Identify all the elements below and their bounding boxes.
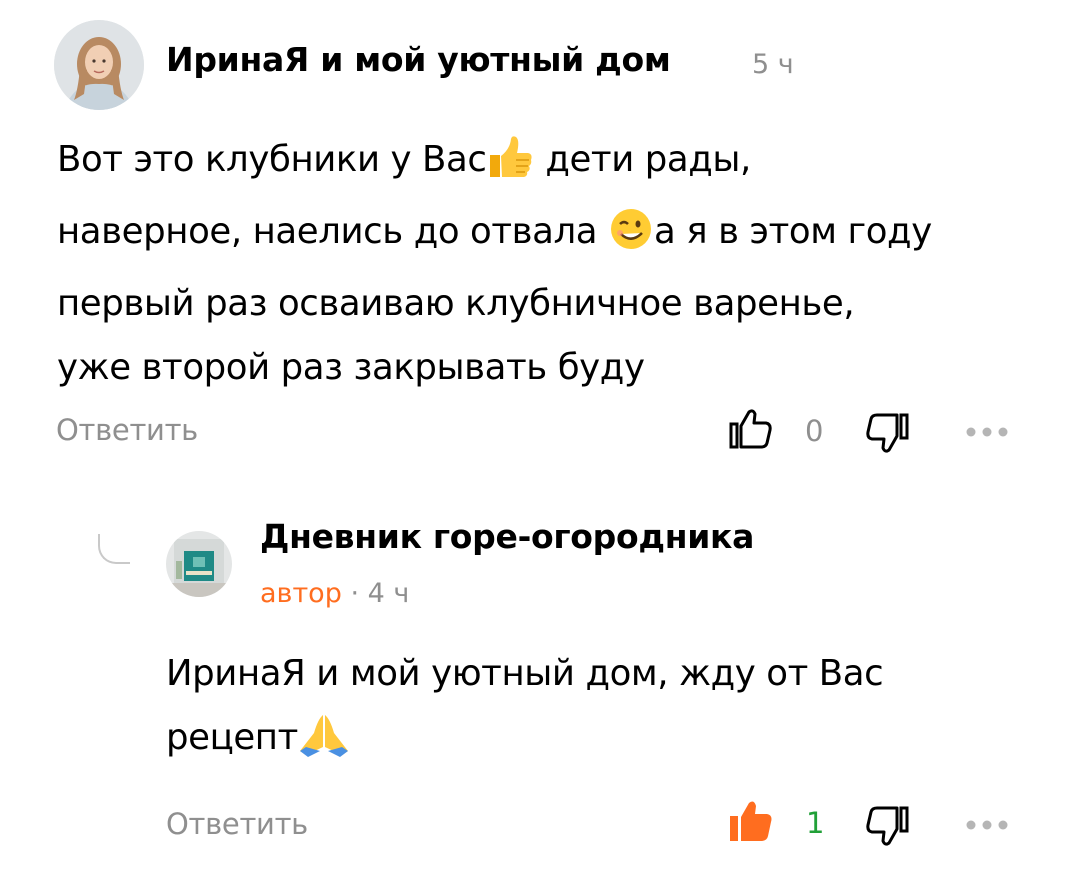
thumbs-up-outline-icon <box>729 409 772 449</box>
comment-line: Вот это клубники у Вас дети рады, <box>57 128 932 200</box>
comment-line: рецепт <box>166 706 883 778</box>
avatar[interactable] <box>54 20 144 110</box>
thumbs-down-outline-icon <box>866 806 909 846</box>
woman-portrait-avatar-icon <box>54 20 144 110</box>
author-name[interactable]: ИринаЯ и мой уютный дом <box>166 40 671 79</box>
comment-text: ИринаЯ и мой уютный дом, жду от Вас реце… <box>166 642 884 778</box>
thumbs-up-filled-icon <box>730 801 772 841</box>
comment-line: уже второй раз закрывать буду <box>57 347 645 388</box>
dislike-button[interactable] <box>864 410 910 460</box>
room-interior-avatar-icon <box>166 531 232 597</box>
comment-meta: автор · 4 ч <box>260 578 409 609</box>
more-dots-icon <box>966 427 1008 437</box>
like-button-active[interactable] <box>728 799 774 849</box>
more-dots-icon <box>966 820 1008 830</box>
like-count: 0 <box>805 414 824 448</box>
thumbs-down-outline-icon <box>866 413 909 453</box>
folded-hands-emoji-icon <box>298 711 350 778</box>
more-options-button[interactable] <box>964 817 1010 837</box>
author-badge: автор <box>260 578 342 609</box>
comment-text: Вот это клубники у Вас дети рады, наверн… <box>57 128 932 400</box>
comment-time: 5 ч <box>752 49 794 80</box>
meta-separator: · <box>350 578 360 609</box>
reply-button[interactable]: Ответить <box>56 413 198 447</box>
thumbs-up-emoji-icon <box>486 135 534 200</box>
comment-line: ИринаЯ и мой уютный дом, жду от Вас <box>166 653 884 694</box>
dislike-button[interactable] <box>864 803 910 853</box>
like-button[interactable] <box>728 407 774 457</box>
author-name[interactable]: Дневник горе-огородника <box>260 517 754 556</box>
reply-button[interactable]: Ответить <box>166 807 308 841</box>
reply-thread-line <box>98 534 130 564</box>
more-options-button[interactable] <box>964 424 1010 444</box>
winking-face-emoji-icon <box>608 207 654 272</box>
like-count: 1 <box>806 806 825 840</box>
comment-time: 4 ч <box>367 578 410 609</box>
avatar[interactable] <box>166 531 232 597</box>
comment-line: первый раз осваиваю клубничное варенье, <box>57 283 855 324</box>
comment-line: наверное, наелись до отвала а я в этом г… <box>57 200 932 272</box>
